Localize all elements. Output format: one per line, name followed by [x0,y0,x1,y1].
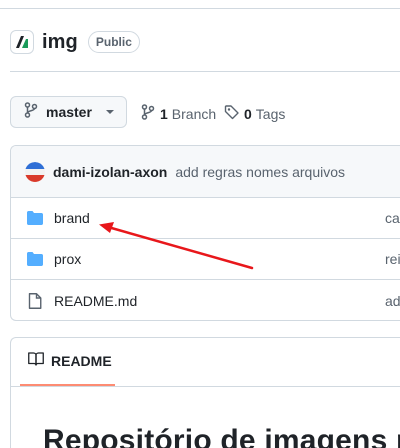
branch-selector-button[interactable]: master [10,96,127,128]
repo-owner-logo-icon[interactable] [10,30,34,54]
file-name[interactable]: prox [54,251,81,267]
latest-commit-bar: dami-izolan-axon add regras nomes arquiv… [11,146,400,198]
readme-tab[interactable]: README [20,338,115,386]
readme-divider [11,386,400,387]
top-border [0,0,400,9]
header-divider [10,71,400,72]
tag-icon [224,104,240,123]
branch-name: master [46,104,92,120]
file-name[interactable]: brand [54,210,90,226]
book-icon [28,351,44,371]
branches-label: Branch [171,105,217,122]
chevron-down-icon [105,110,114,114]
file-list: dami-izolan-axon add regras nomes arquiv… [10,145,400,321]
file-row-readme[interactable]: README.md ad [11,280,400,320]
folder-icon [27,251,43,267]
readme-tab-label: README [51,353,112,369]
author-avatar[interactable] [25,161,45,182]
file-commit-message[interactable]: ca [385,210,400,226]
visibility-badge: Public [87,31,140,53]
file-name[interactable]: README.md [54,293,137,309]
file-commit-message[interactable]: ad [385,293,400,309]
file-icon [27,292,43,309]
repo-name[interactable]: img [42,31,78,54]
file-row-brand[interactable]: brand ca [11,198,400,239]
branches-count: 1 [160,105,168,122]
tags-label: Tags [255,105,286,122]
readme-heading: Repositório de imagens p [43,424,400,448]
git-branch-icon [141,104,155,123]
git-branch-icon [24,101,38,123]
branches-link[interactable]: 1 Branch [141,104,216,123]
file-commit-message[interactable]: rei [385,251,400,267]
tags-link[interactable]: 0 Tags [224,104,285,123]
commit-message[interactable]: add regras nomes arquivos [175,164,345,180]
readme-panel: README Repositório de imagens p [10,337,400,448]
commit-author[interactable]: dami-izolan-axon [53,164,167,180]
file-row-prox[interactable]: prox rei [11,239,400,280]
repo-header: img Public [10,28,140,56]
tags-count: 0 [244,105,252,122]
folder-icon [27,210,43,226]
